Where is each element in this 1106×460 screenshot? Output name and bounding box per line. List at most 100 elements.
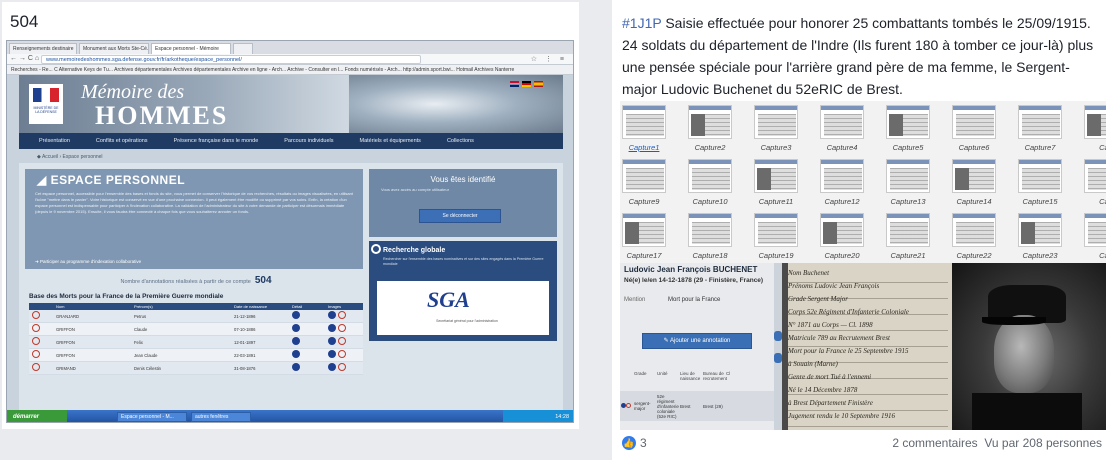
capture-thumbnail[interactable]: Capture2 [678, 103, 742, 157]
capture-thumbnail[interactable]: Capture3 [744, 103, 808, 157]
col-header-images: Images [328, 304, 342, 309]
capture-thumbnail[interactable]: Capture18 [678, 211, 742, 263]
global-search-title[interactable]: Recherche globale [383, 247, 445, 254]
hashtag-link[interactable]: #1J1P [622, 15, 661, 31]
capture-label: Capture20 [824, 251, 860, 260]
capture-thumbnail[interactable]: Capture6 [942, 103, 1006, 157]
document-image-icon [622, 159, 666, 193]
indexation-link[interactable]: ➜ Participer au programme d'indexation c… [35, 259, 141, 265]
uk-flag-icon[interactable] [510, 81, 519, 87]
capture-thumbnail[interactable]: Capture15 [1008, 157, 1072, 211]
remove-image-icon[interactable] [338, 350, 346, 358]
image-icon[interactable] [328, 363, 336, 371]
start-button[interactable]: démarrer [7, 410, 67, 422]
table-row[interactable]: GRANJARD Petrus 21-12-1896 [29, 310, 363, 323]
sga-logo-box[interactable]: SGA Secrétariat général pour l'administr… [377, 281, 549, 335]
table-row[interactable]: GRIMAND Denis Célestin 31-08-1876 [29, 362, 363, 375]
capture-thumbnail[interactable]: Capture21 [876, 211, 940, 263]
capture-thumbnail[interactable]: Cap [1074, 211, 1106, 263]
remove-image-icon[interactable] [338, 324, 346, 332]
capture-thumbnail[interactable]: Capture19 [744, 211, 808, 263]
detail-icon[interactable] [292, 350, 300, 358]
url-field[interactable]: www.memoiredeshommes.sga.defense.gouv.fr… [41, 55, 421, 64]
bookmarks-bar[interactable]: Recherches - Re... C Alternative Keys de… [7, 65, 573, 75]
capture-thumbnail[interactable]: Cap [1074, 157, 1106, 211]
views-count[interactable]: Vu par 208 personnes [984, 436, 1102, 450]
website-page: MINISTÈRE DE LA DÉFENSE Mémoire des HOMM… [7, 75, 573, 413]
identified-subtitle: Vous avez accès au compte utilisateur [381, 187, 450, 192]
capture-thumbnail[interactable]: Capture5 [876, 103, 940, 157]
browser-tab[interactable]: Renseignements destinaire [9, 43, 77, 54]
fiche-col-cl: Cl [726, 371, 731, 376]
capture-thumbnail[interactable]: Capture11 [744, 157, 808, 211]
table-row[interactable]: GRIFFON Jean Claude 22-03-1891 [29, 349, 363, 362]
nav-collections[interactable]: Collections [447, 138, 474, 144]
capture-thumbnail[interactable]: Capture1 [620, 103, 676, 157]
scroll-up-arrow-icon[interactable] [774, 331, 782, 341]
detail-icon[interactable] [292, 324, 300, 332]
remove-image-icon[interactable] [338, 363, 346, 371]
capture-thumbnail[interactable]: Capture9 [620, 157, 676, 211]
remove-image-icon[interactable] [338, 311, 346, 319]
capture-thumbnail[interactable]: Capture14 [942, 157, 1006, 211]
capture-thumbnail[interactable]: Cap [1074, 103, 1106, 157]
browser-tab[interactable]: Monument aux Morts Ste-Cé... [79, 43, 149, 54]
address-bar: ← → C ⌂ www.memoiredeshommes.sga.defense… [7, 54, 573, 65]
browser-menu-icon[interactable]: ☆ ⋮ ≡ [531, 55, 567, 63]
comments-link[interactable]: 2 commentaires [892, 436, 977, 450]
nav-conflits[interactable]: Conflits et opérations [96, 138, 148, 144]
viewer-scrollbar[interactable] [774, 263, 782, 430]
delete-icon[interactable] [626, 403, 631, 408]
taskbar-item[interactable]: Espace personnel - M... [117, 412, 187, 422]
remove-image-icon[interactable] [338, 337, 346, 345]
document-image-icon [688, 159, 732, 193]
capture-thumbnail[interactable]: Capture13 [876, 157, 940, 211]
capture-thumbnail[interactable]: Capture10 [678, 157, 742, 211]
nav-materiels[interactable]: Matériels et équipements [359, 138, 420, 144]
system-tray-clock[interactable]: 14:28 [503, 410, 573, 422]
image-icon[interactable] [328, 350, 336, 358]
delete-icon[interactable] [32, 363, 40, 371]
delete-icon[interactable] [32, 324, 40, 332]
capture-thumbnail[interactable]: Capture7 [1008, 103, 1072, 157]
table-row[interactable]: GRIFFON Claude 07-10-1886 [29, 323, 363, 336]
breadcrumb[interactable]: ◆ Accueil › Espace personnel [37, 154, 103, 160]
nav-presence[interactable]: Présence française dans le monde [174, 138, 259, 144]
delete-icon[interactable] [32, 350, 40, 358]
capture-thumbnail[interactable]: Capture20 [810, 211, 874, 263]
image-icon[interactable] [328, 337, 336, 345]
like-count[interactable]: 3 [640, 436, 647, 450]
german-flag-icon[interactable] [522, 81, 531, 87]
browser-new-tab[interactable] [233, 43, 253, 54]
nav-parcours[interactable]: Parcours individuels [284, 138, 333, 144]
capture-thumbnail[interactable]: Capture17 [620, 211, 676, 263]
capture-thumbnail[interactable]: Capture23 [1008, 211, 1072, 263]
nav-presentation[interactable]: Présentation [39, 138, 70, 144]
image-icon[interactable] [328, 324, 336, 332]
like-icon[interactable]: 👍 [622, 436, 636, 450]
capture-label: Capture7 [1024, 143, 1056, 152]
delete-icon[interactable] [32, 311, 40, 319]
detail-icon[interactable] [292, 311, 300, 319]
table-row[interactable]: GRIFFON Felix 12-01-1897 [29, 336, 363, 349]
add-annotation-button[interactable]: ✎ Ajouter une annotation [642, 333, 752, 349]
capture-thumbnail[interactable]: Capture4 [810, 103, 874, 157]
espace-personnel-text: Cet espace personnel, accessible pour l'… [35, 191, 353, 214]
detail-icon[interactable] [292, 337, 300, 345]
detail-icon[interactable] [292, 363, 300, 371]
document-image-icon [754, 105, 798, 139]
nav-arrows-icon[interactable]: ← → C ⌂ [10, 55, 39, 62]
taskbar-item[interactable]: autres fenêtres [191, 412, 251, 422]
spanish-flag-icon[interactable] [534, 81, 543, 87]
delete-icon[interactable] [32, 337, 40, 345]
image-icon[interactable] [328, 311, 336, 319]
capture-thumbnail[interactable]: Capture22 [942, 211, 1006, 263]
cell-prenom: Denis Célestin [134, 365, 161, 371]
scroll-down-arrow-icon[interactable] [774, 353, 782, 363]
fiche-table-row[interactable]: sergent-major 52e régiment d'infanterie … [620, 391, 774, 421]
browser-screenshot[interactable]: Renseignements destinaire Monument aux M… [6, 40, 574, 423]
capture-thumbnail[interactable]: Capture12 [810, 157, 874, 211]
logout-button[interactable]: Se déconnecter [419, 209, 501, 223]
browser-tab-active[interactable]: Espace personnel - Mémoire [151, 43, 231, 54]
ministry-logo[interactable]: MINISTÈRE DE LA DÉFENSE [29, 84, 63, 124]
